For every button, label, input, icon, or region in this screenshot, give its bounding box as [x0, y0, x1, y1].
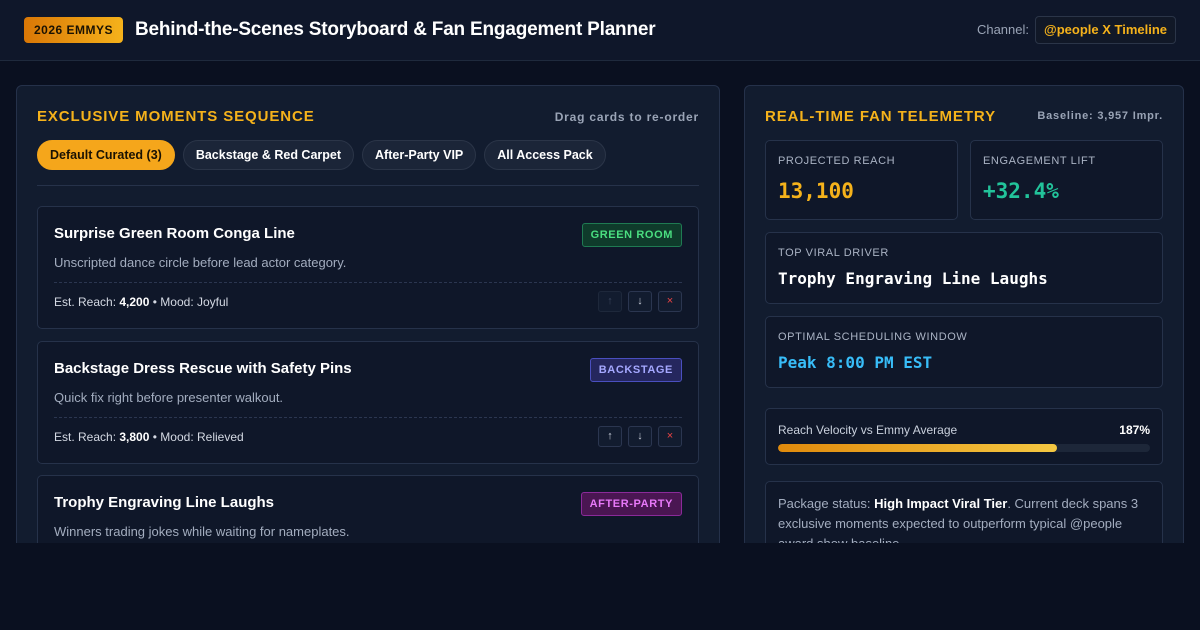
- category-tag: BACKSTAGE: [589, 358, 682, 382]
- baseline-label: Baseline: 3,957 Impr.: [1037, 110, 1163, 122]
- moment-meta: Est. Reach: 3,800 • Mood: Relieved: [54, 430, 244, 444]
- moment-title: Trophy Engraving Line Laughs: [54, 494, 275, 511]
- status-prefix: Package status:: [778, 496, 875, 511]
- reach-value: 3,800: [119, 430, 150, 444]
- telemetry-heading: REAL-TIME FAN TELEMETRY: [765, 108, 996, 125]
- preset-tabs: Default Curated (3) Backstage & Red Carp…: [37, 140, 606, 170]
- channel-select[interactable]: @people X Timeline: [1035, 16, 1176, 44]
- reach-value: 4,200: [119, 295, 150, 309]
- mood-value: Joyful: [197, 295, 229, 309]
- velocity-card: Reach Velocity vs Emmy Average 187%: [765, 408, 1163, 465]
- move-up-button[interactable]: ↑: [598, 291, 622, 312]
- moment-title: Surprise Green Room Conga Line: [54, 225, 295, 242]
- velocity-percent: 187%: [1119, 423, 1150, 437]
- mood-value: Relieved: [197, 430, 244, 444]
- projected-reach-value: 13,100: [778, 179, 854, 203]
- engagement-lift-card: ENGAGEMENT LIFT +32.4%: [970, 140, 1163, 220]
- velocity-progress-bar: [778, 444, 1150, 452]
- reach-label: Est. Reach:: [54, 295, 117, 309]
- engagement-lift-value: +32.4%: [983, 179, 1059, 203]
- remove-button[interactable]: ×: [658, 291, 682, 312]
- app-header: 2026 EMMYS Behind-the-Scenes Storyboard …: [0, 0, 1200, 61]
- move-down-button[interactable]: ↓: [628, 426, 652, 447]
- tab-backstage-red-carpet[interactable]: Backstage & Red Carpet: [182, 140, 355, 170]
- moment-title: Backstage Dress Rescue with Safety Pins: [54, 360, 352, 377]
- status-tier: High Impact Viral Tier: [874, 496, 1008, 511]
- channel-label: Channel:: [976, 22, 1029, 37]
- projected-reach-card: PROJECTED REACH 13,100: [765, 140, 958, 220]
- reach-label: Est. Reach:: [54, 430, 117, 444]
- moment-description: Quick fix right before presenter walkout…: [54, 390, 284, 405]
- top-driver-label: TOP VIRAL DRIVER: [778, 247, 889, 259]
- move-up-button[interactable]: ↑: [598, 426, 622, 447]
- card-actions: ↑ ↓ ×: [598, 291, 682, 312]
- window-label: OPTIMAL SCHEDULING WINDOW: [778, 331, 968, 343]
- velocity-label: Reach Velocity vs Emmy Average: [778, 423, 958, 437]
- mood-label: Mood:: [160, 430, 194, 444]
- move-down-button[interactable]: ↓: [628, 291, 652, 312]
- remove-button[interactable]: ×: [658, 426, 682, 447]
- top-driver-value: Trophy Engraving Line Laughs: [778, 269, 1048, 288]
- window-value: Peak 8:00 PM EST: [778, 353, 933, 372]
- scheduling-window-card: OPTIMAL SCHEDULING WINDOW Peak 8:00 PM E…: [765, 316, 1163, 388]
- moment-description: Winners trading jokes while waiting for …: [54, 524, 350, 539]
- category-tag: AFTER-PARTY: [580, 492, 682, 516]
- moments-sequence-panel: EXCLUSIVE MOMENTS SEQUENCE Drag cards to…: [16, 85, 720, 555]
- tab-all-access-pack[interactable]: All Access Pack: [484, 140, 606, 170]
- page-background: [0, 543, 1200, 630]
- drag-hint: Drag cards to re-order: [554, 110, 699, 124]
- category-tag: GREEN ROOM: [581, 223, 682, 247]
- top-viral-driver-card: TOP VIRAL DRIVER Trophy Engraving Line L…: [765, 232, 1163, 304]
- fan-telemetry-panel: REAL-TIME FAN TELEMETRY Baseline: 3,957 …: [744, 85, 1184, 555]
- engagement-lift-label: ENGAGEMENT LIFT: [983, 155, 1096, 167]
- page-title: Behind-the-Scenes Storyboard & Fan Engag…: [135, 19, 656, 40]
- mood-label: Mood:: [160, 295, 194, 309]
- moment-card[interactable]: Surprise Green Room Conga Line GREEN ROO…: [37, 206, 699, 329]
- moment-meta: Est. Reach: 4,200 • Mood: Joyful: [54, 295, 228, 309]
- velocity-progress-fill: [778, 444, 1057, 452]
- tab-after-party-vip[interactable]: After-Party VIP: [362, 140, 477, 170]
- tabs-divider: [37, 185, 699, 186]
- sequence-heading: EXCLUSIVE MOMENTS SEQUENCE: [37, 108, 315, 125]
- card-divider: [54, 417, 682, 418]
- moment-description: Unscripted dance circle before lead acto…: [54, 255, 347, 270]
- moment-card[interactable]: Backstage Dress Rescue with Safety Pins …: [37, 341, 699, 464]
- projected-reach-label: PROJECTED REACH: [778, 155, 896, 167]
- event-badge: 2026 EMMYS: [24, 17, 124, 43]
- tab-default-curated[interactable]: Default Curated (3): [37, 140, 175, 170]
- card-actions: ↑ ↓ ×: [598, 426, 682, 447]
- card-divider: [54, 282, 682, 283]
